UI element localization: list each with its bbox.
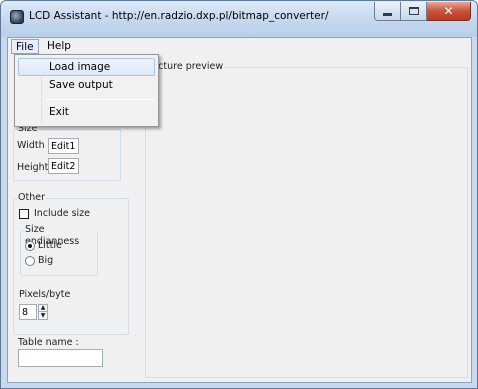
menu-file[interactable]: File [11,39,39,54]
menu-help[interactable]: Help [43,39,75,54]
menu-item-save-output[interactable]: Save output [18,77,155,95]
table-name-input[interactable] [18,349,103,367]
menu-item-exit[interactable]: Exit [18,104,155,122]
menu-item-load-image[interactable]: Load image [18,58,155,76]
window-title: LCD Assistant - http://en.radzio.dxp.pl/… [29,10,329,22]
menu-bar: File Help [8,38,471,55]
radio-little-label[interactable]: Little [38,240,62,252]
spin-down-icon[interactable]: ▼ [39,312,47,319]
width-input[interactable] [48,138,79,154]
pixels-per-byte-input[interactable] [19,304,37,320]
other-group-label: Other [17,192,46,204]
radio-big[interactable] [25,256,35,266]
pixels-per-byte-label: Pixels/byte [19,289,71,300]
file-menu-dropdown: Load image Save output Exit [14,54,159,127]
app-icon[interactable] [10,10,24,24]
include-size-checkbox[interactable] [19,209,29,219]
height-input[interactable] [48,158,79,174]
maximize-icon [408,7,419,15]
minimize-button[interactable] [374,2,401,21]
radio-big-label[interactable]: Big [38,255,53,267]
radio-little[interactable] [25,241,35,251]
include-size-label[interactable]: Include size [34,208,90,220]
pixels-per-byte-spinner[interactable]: ▲ ▼ [38,304,48,320]
spin-up-icon[interactable]: ▲ [39,305,47,312]
close-icon: ✕ [443,4,454,18]
size-group: Size Width Height [13,123,121,181]
close-button[interactable]: ✕ [427,2,471,21]
app-window: LCD Assistant - http://en.radzio.dxp.pl/… [0,0,478,389]
picture-preview-group: Picture preview [145,61,468,378]
title-bar[interactable]: LCD Assistant - http://en.radzio.dxp.pl/… [1,1,477,37]
picture-preview-area [148,72,465,375]
other-group: Other Include size Size endianness Littl… [13,192,129,335]
width-label: Width [17,140,45,151]
height-label: Height [17,162,49,173]
minimize-icon [383,12,392,16]
client-area: File Help Size Width Height Other Includ… [7,37,472,383]
caption-buttons: ✕ [374,2,471,21]
table-name-label: Table name : [18,337,79,348]
menu-separator [45,99,155,100]
endianness-group: Size endianness Little Big [20,224,98,276]
maximize-button[interactable] [401,2,427,21]
